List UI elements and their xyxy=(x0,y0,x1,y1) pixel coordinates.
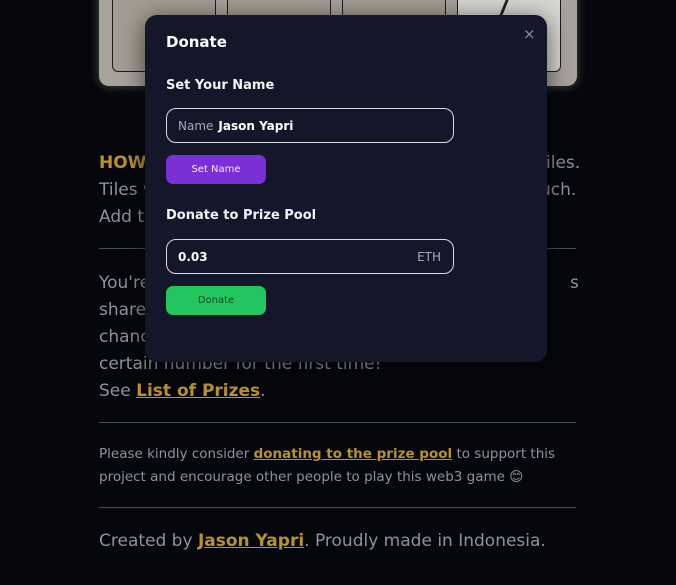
donation-amount-value[interactable]: 0.03 xyxy=(178,250,208,264)
name-input-prefix: Name xyxy=(178,118,214,133)
close-icon[interactable]: × xyxy=(523,25,536,43)
eth-unit-label: ETH xyxy=(417,249,441,264)
set-name-button[interactable]: Set Name xyxy=(166,155,266,184)
set-name-label: Set Your Name xyxy=(166,78,275,93)
game-page: HOW T Tiles w Add th iles. uch. You're s… xyxy=(0,0,676,585)
donate-modal: Donate × Set Your Name Name Jason Yapri … xyxy=(145,15,547,362)
donate-label: Donate to Prize Pool xyxy=(166,208,317,223)
modal-title: Donate xyxy=(166,33,227,51)
donate-button[interactable]: Donate xyxy=(166,286,266,315)
donate-prize-pool-link[interactable]: donating to the prize pool xyxy=(254,446,453,462)
prize-line-1-end: s xyxy=(570,273,579,293)
divider xyxy=(99,422,576,423)
how-to-line-1-end: iles. xyxy=(546,153,581,173)
author-link[interactable]: Jason Yapri xyxy=(198,531,304,551)
name-input-value[interactable]: Jason Yapri xyxy=(218,119,293,133)
smile-emoji-icon: 😊 xyxy=(509,469,524,485)
donation-amount-input[interactable]: 0.03 ETH xyxy=(166,239,454,274)
divider xyxy=(99,507,576,508)
footer-credit: Created by Jason Yapri. Proudly made in … xyxy=(99,531,546,551)
name-input[interactable]: Name Jason Yapri xyxy=(166,108,454,143)
donate-note: Please kindly consider donating to the p… xyxy=(99,446,556,485)
see-prizes-line: See List of Prizes. xyxy=(99,381,266,401)
list-of-prizes-link[interactable]: List of Prizes xyxy=(136,381,260,401)
